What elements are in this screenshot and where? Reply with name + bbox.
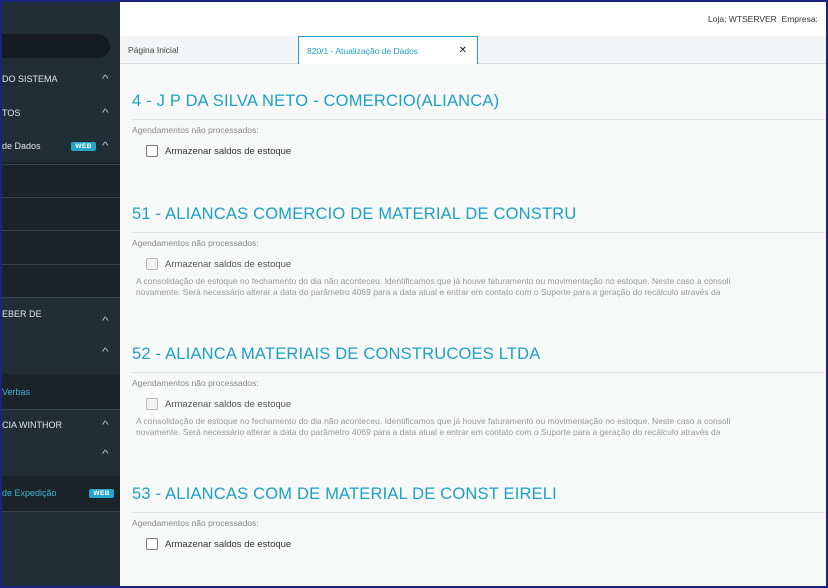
store-balance-checkbox[interactable] [146, 538, 158, 550]
sidebar-item-verbas[interactable]: Verbas [2, 387, 120, 397]
warning-note-line: A consolidação de estoque no fechamento … [136, 276, 731, 286]
sidebar-item-expedicao[interactable]: de Expedição WEB [2, 488, 120, 498]
store-balance-option[interactable]: Armazenar saldos de estoque [146, 145, 291, 157]
section-title: 51 - ALIANCAS COMERCIO DE MATERIAL DE CO… [132, 205, 577, 223]
tab-bar: Página Inicial 820/1 - Atualização de Da… [120, 36, 826, 65]
tab-home[interactable]: Página Inicial [120, 36, 298, 64]
store-balance-checkbox[interactable] [146, 145, 158, 157]
content-area: 4 - J P DA SILVA NETO - COMERCIO(ALIANCA… [120, 64, 826, 586]
sidebar-item-label: DO SISTEMA [2, 74, 58, 84]
section-subtitle: Agendamentos não processados: [132, 125, 259, 135]
chevron-up-icon: ^ [102, 73, 109, 85]
warning-note-line: A consolidação de estoque no fechamento … [136, 416, 731, 426]
sidebar-search-input[interactable] [2, 34, 110, 58]
divider [2, 409, 120, 410]
tab-atualizacao-dados[interactable]: 820/1 - Atualização de Dados ✕ [298, 36, 478, 65]
chevron-up-icon: ^ [102, 107, 109, 119]
warning-note-line: novamente. Será necessário alterar a dat… [136, 287, 721, 297]
company-section: 4 - J P DA SILVA NETO - COMERCIO(ALIANCA… [132, 92, 826, 157]
divider [132, 119, 826, 120]
close-icon[interactable]: ✕ [459, 45, 467, 56]
sidebar-item-tos[interactable]: TOS ^ [2, 107, 120, 119]
sidebar-item-label: CIA WINTHOR [2, 420, 62, 430]
section-title: 53 - ALIANCAS COM DE MATERIAL DE CONST E… [132, 485, 557, 503]
store-balance-checkbox[interactable] [146, 258, 158, 270]
top-bar: Loja: WTSERVER Empresa: [120, 2, 826, 36]
store-label: Loja: WTSERVER Empresa: [708, 14, 818, 24]
web-badge: WEB [89, 488, 114, 498]
checkbox-label: Armazenar saldos de estoque [165, 145, 292, 157]
divider [132, 512, 826, 513]
company-section: 53 - ALIANCAS COM DE MATERIAL DE CONST E… [132, 485, 826, 550]
company-section: 52 - ALIANCA MATERIAIS DE CONSTRUCOES LT… [132, 345, 826, 437]
divider [132, 372, 826, 373]
checkbox-label: Armazenar saldos de estoque [165, 538, 292, 550]
store-balance-checkbox[interactable] [146, 398, 158, 410]
sidebar-item-winthor[interactable]: CIA WINTHOR ^ [2, 419, 120, 431]
app-window: DO SISTEMA ^ TOS ^ de Dados WEB ^ EBER D… [0, 0, 828, 588]
store-balance-option[interactable]: Armazenar saldos de estoque [146, 258, 291, 270]
sidebar-item-label: de Dados [2, 141, 41, 151]
section-title: 4 - J P DA SILVA NETO - COMERCIO(ALIANCA… [132, 92, 500, 110]
store-name: Loja: WTSERVER [708, 14, 777, 24]
tab-label: Página Inicial [128, 45, 179, 55]
web-badge: WEB [71, 141, 96, 151]
checkbox-label: Armazenar saldos de estoque [165, 258, 292, 270]
company-section: 51 - ALIANCAS COMERCIO DE MATERIAL DE CO… [132, 205, 826, 297]
company-label: Empresa: [781, 14, 818, 24]
section-subtitle: Agendamentos não processados: [132, 238, 259, 248]
divider [2, 297, 120, 298]
divider [2, 164, 120, 165]
sidebar-item-label: de Expedição [2, 488, 57, 498]
warning-note-line: novamente. Será necessário alterar a dat… [136, 427, 721, 437]
divider [2, 511, 120, 512]
checkbox-label: Armazenar saldos de estoque [165, 398, 292, 410]
tab-label: 820/1 - Atualização de Dados [307, 45, 419, 56]
divider [2, 264, 120, 265]
section-subtitle: Agendamentos não processados: [132, 378, 259, 388]
divider [132, 232, 826, 233]
divider [2, 197, 120, 198]
sidebar-item-dados[interactable]: de Dados WEB ^ [2, 140, 120, 152]
store-balance-option[interactable]: Armazenar saldos de estoque [146, 538, 291, 550]
store-balance-option[interactable]: Armazenar saldos de estoque [146, 398, 291, 410]
chevron-up-icon: ^ [102, 346, 109, 358]
sidebar-item-label: TOS [2, 108, 21, 118]
sidebar-item-label: EBER DE [2, 309, 42, 319]
section-subtitle: Agendamentos não processados: [132, 518, 259, 528]
chevron-up-icon: ^ [102, 419, 109, 431]
divider [2, 230, 120, 231]
sidebar: DO SISTEMA ^ TOS ^ de Dados WEB ^ EBER D… [2, 2, 120, 586]
sidebar-item-sistema[interactable]: DO SISTEMA ^ [2, 73, 120, 85]
chevron-up-icon: ^ [102, 448, 109, 460]
main-area: Loja: WTSERVER Empresa: Página Inicial 8… [120, 2, 826, 586]
chevron-up-icon: ^ [102, 315, 109, 327]
section-title: 52 - ALIANCA MATERIAIS DE CONSTRUCOES LT… [132, 345, 541, 363]
chevron-up-icon: ^ [102, 140, 109, 152]
sidebar-item-label: Verbas [2, 387, 31, 397]
